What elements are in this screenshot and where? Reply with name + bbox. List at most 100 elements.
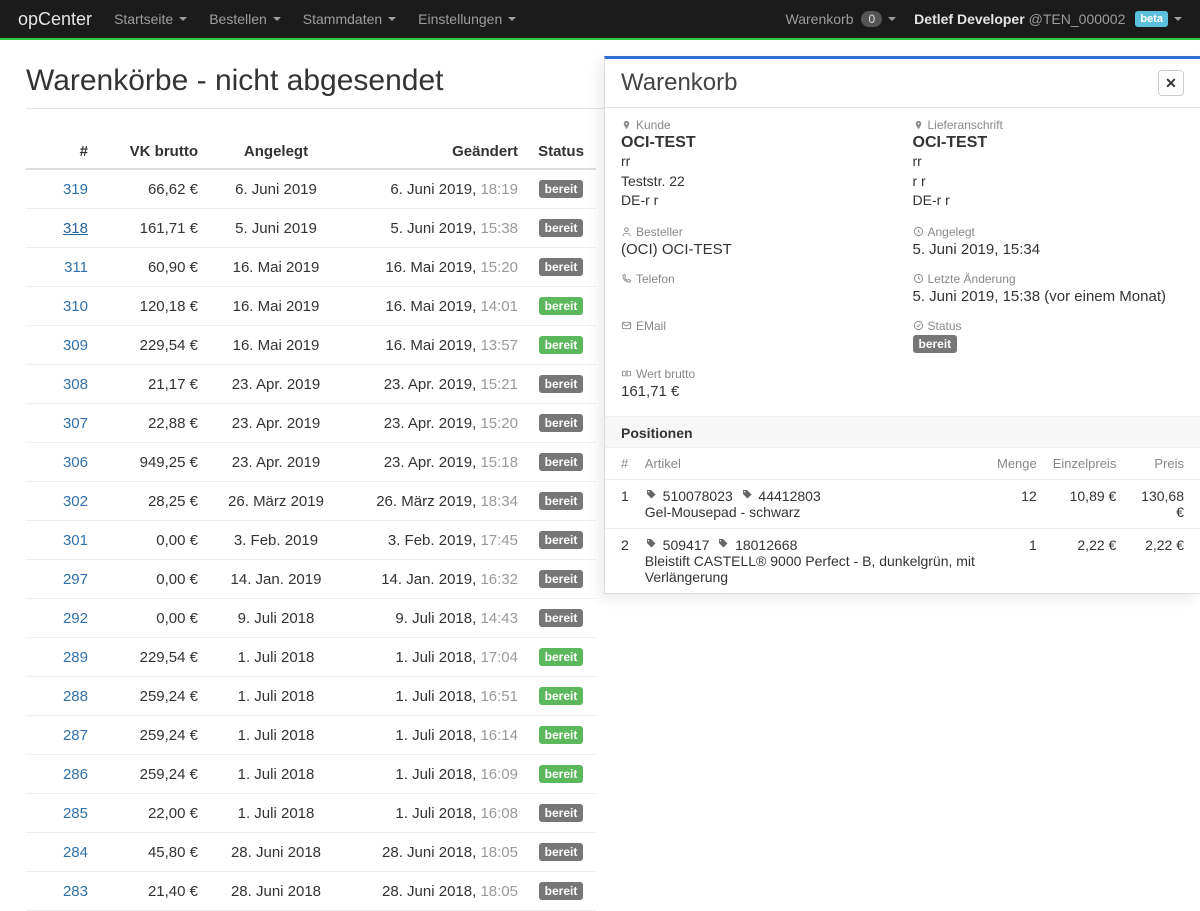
cell-vk: 0,00 € (96, 521, 206, 560)
cell-angelegt: 28. Juni 2018 (206, 833, 346, 872)
position-row[interactable]: 2 509417 18012668Bleistift CASTELL® 9000… (605, 528, 1200, 593)
table-row[interactable]: 306949,25 €23. Apr. 201923. Apr. 2019, 1… (26, 443, 596, 482)
status-badge: bereit (539, 843, 584, 861)
cart-id-link[interactable]: 318 (63, 220, 88, 237)
nav-bestellen[interactable]: Bestellen (209, 11, 281, 27)
cart-id-link[interactable]: 311 (64, 259, 88, 276)
cart-id-link[interactable]: 283 (63, 883, 88, 900)
cell-angelegt: 23. Apr. 2019 (206, 443, 346, 482)
status-badge: bereit (539, 297, 584, 315)
status-badge: bereit (539, 258, 584, 276)
pos-article: 510078023 44412803Gel-Mousepad - schwarz (645, 479, 997, 528)
pos-col-artikel: Artikel (645, 448, 997, 480)
cell-vk: 45,80 € (96, 833, 206, 872)
cart-id-link[interactable]: 285 (63, 805, 88, 822)
cart-id-link[interactable]: 287 (63, 727, 88, 744)
brand-logo[interactable]: opCenter (18, 9, 92, 30)
table-row[interactable]: 31966,62 €6. Juni 20196. Juni 2019, 18:1… (26, 169, 596, 209)
table-row[interactable]: 30228,25 €26. März 201926. März 2019, 18… (26, 482, 596, 521)
col-angelegt[interactable]: Angelegt (206, 135, 346, 169)
table-row[interactable]: 30821,17 €23. Apr. 201923. Apr. 2019, 15… (26, 365, 596, 404)
table-row[interactable]: 287259,24 €1. Juli 20181. Juli 2018, 16:… (26, 716, 596, 755)
col-num[interactable]: # (26, 135, 96, 169)
cell-geaendert: 1. Juli 2018, 17:04 (346, 638, 526, 677)
panel-title: Warenkorb (621, 69, 737, 97)
status-badge: bereit (539, 687, 584, 705)
panel-close-button[interactable]: ✕ (1158, 70, 1184, 96)
cart-count-badge: 0 (861, 11, 882, 27)
col-status[interactable]: Status (526, 135, 596, 169)
cell-vk: 259,24 € (96, 716, 206, 755)
carts-table: # VK brutto Angelegt Geändert Status 319… (26, 135, 596, 911)
position-row[interactable]: 1 510078023 44412803Gel-Mousepad - schwa… (605, 479, 1200, 528)
col-geaendert[interactable]: Geändert (346, 135, 526, 169)
nav-einstellungen[interactable]: Einstellungen (418, 11, 516, 27)
money-icon (621, 368, 632, 379)
cell-angelegt: 16. Mai 2019 (206, 248, 346, 287)
pos-col-preis: Preis (1132, 448, 1200, 480)
pos-col-ep: Einzelpreis (1053, 448, 1133, 480)
table-row[interactable]: 31160,90 €16. Mai 201916. Mai 2019, 15:2… (26, 248, 596, 287)
cell-vk: 28,25 € (96, 482, 206, 521)
cell-geaendert: 1. Juli 2018, 16:51 (346, 677, 526, 716)
table-row[interactable]: 288259,24 €1. Juli 20181. Juli 2018, 16:… (26, 677, 596, 716)
cart-id-link[interactable]: 297 (63, 571, 88, 588)
field-wert-brutto: Wert brutto 161,71 € (621, 367, 1184, 400)
caret-icon (888, 17, 896, 21)
table-row[interactable]: 310120,18 €16. Mai 201916. Mai 2019, 14:… (26, 287, 596, 326)
cell-vk: 161,71 € (96, 209, 206, 248)
table-row[interactable]: 318161,71 €5. Juni 20195. Juni 2019, 15:… (26, 209, 596, 248)
phone-icon (621, 273, 632, 284)
table-row[interactable]: 2920,00 €9. Juli 20189. Juli 2018, 14:43… (26, 599, 596, 638)
detail-panel: Warenkorb ✕ Kunde OCI-TEST rrTeststr. 22… (604, 56, 1200, 594)
status-badge: bereit (539, 648, 584, 666)
cart-id-link[interactable]: 310 (63, 298, 88, 315)
cell-angelegt: 1. Juli 2018 (206, 794, 346, 833)
cell-vk: 60,90 € (96, 248, 206, 287)
cart-id-link[interactable]: 284 (63, 844, 88, 861)
field-status: Status bereit (913, 319, 1185, 353)
caret-icon (1174, 17, 1182, 21)
cart-id-link[interactable]: 309 (63, 337, 88, 354)
field-email: EMail (621, 319, 893, 353)
cart-id-link[interactable]: 319 (63, 181, 88, 198)
table-row[interactable]: 28522,00 €1. Juli 20181. Juli 2018, 16:0… (26, 794, 596, 833)
cell-angelegt: 6. Juni 2019 (206, 169, 346, 209)
top-navbar: opCenter Startseite Bestellen Stammdaten… (0, 0, 1200, 40)
cell-geaendert: 9. Juli 2018, 14:43 (346, 599, 526, 638)
cart-id-link[interactable]: 301 (63, 532, 88, 549)
nav-stammdaten[interactable]: Stammdaten (303, 11, 396, 27)
cell-geaendert: 1. Juli 2018, 16:08 (346, 794, 526, 833)
table-row[interactable]: 28321,40 €28. Juni 201828. Juni 2018, 18… (26, 872, 596, 911)
cart-id-link[interactable]: 302 (63, 493, 88, 510)
cell-vk: 229,54 € (96, 326, 206, 365)
cart-id-link[interactable]: 289 (63, 649, 88, 666)
table-row[interactable]: 286259,24 €1. Juli 20181. Juli 2018, 16:… (26, 755, 596, 794)
cell-angelegt: 23. Apr. 2019 (206, 404, 346, 443)
nav-startseite[interactable]: Startseite (114, 11, 187, 27)
tag-icon (741, 489, 753, 501)
cell-geaendert: 5. Juni 2019, 15:38 (346, 209, 526, 248)
table-row[interactable]: 309229,54 €16. Mai 201916. Mai 2019, 13:… (26, 326, 596, 365)
status-badge: bereit (539, 804, 584, 822)
cart-id-link[interactable]: 307 (63, 415, 88, 432)
cart-id-link[interactable]: 288 (63, 688, 88, 705)
cart-id-link[interactable]: 286 (63, 766, 88, 783)
col-vk[interactable]: VK brutto (96, 135, 206, 169)
cell-vk: 259,24 € (96, 677, 206, 716)
table-row[interactable]: 3010,00 €3. Feb. 20193. Feb. 2019, 17:45… (26, 521, 596, 560)
cart-id-link[interactable]: 308 (63, 376, 88, 393)
cell-vk: 229,54 € (96, 638, 206, 677)
cell-vk: 66,62 € (96, 169, 206, 209)
nav-warenkorb[interactable]: Warenkorb 0 (786, 11, 897, 27)
cart-id-link[interactable]: 292 (63, 610, 88, 627)
cell-angelegt: 16. Mai 2019 (206, 287, 346, 326)
table-row[interactable]: 289229,54 €1. Juli 20181. Juli 2018, 17:… (26, 638, 596, 677)
nav-user-menu[interactable]: Detlef Developer@TEN_000002 beta (914, 11, 1182, 27)
cart-id-link[interactable]: 306 (63, 454, 88, 471)
table-row[interactable]: 30722,88 €23. Apr. 201923. Apr. 2019, 15… (26, 404, 596, 443)
table-row[interactable]: 28445,80 €28. Juni 201828. Juni 2018, 18… (26, 833, 596, 872)
tag-icon (645, 538, 657, 550)
table-row[interactable]: 2970,00 €14. Jan. 201914. Jan. 2019, 16:… (26, 560, 596, 599)
pos-article: 509417 18012668Bleistift CASTELL® 9000 P… (645, 528, 997, 593)
